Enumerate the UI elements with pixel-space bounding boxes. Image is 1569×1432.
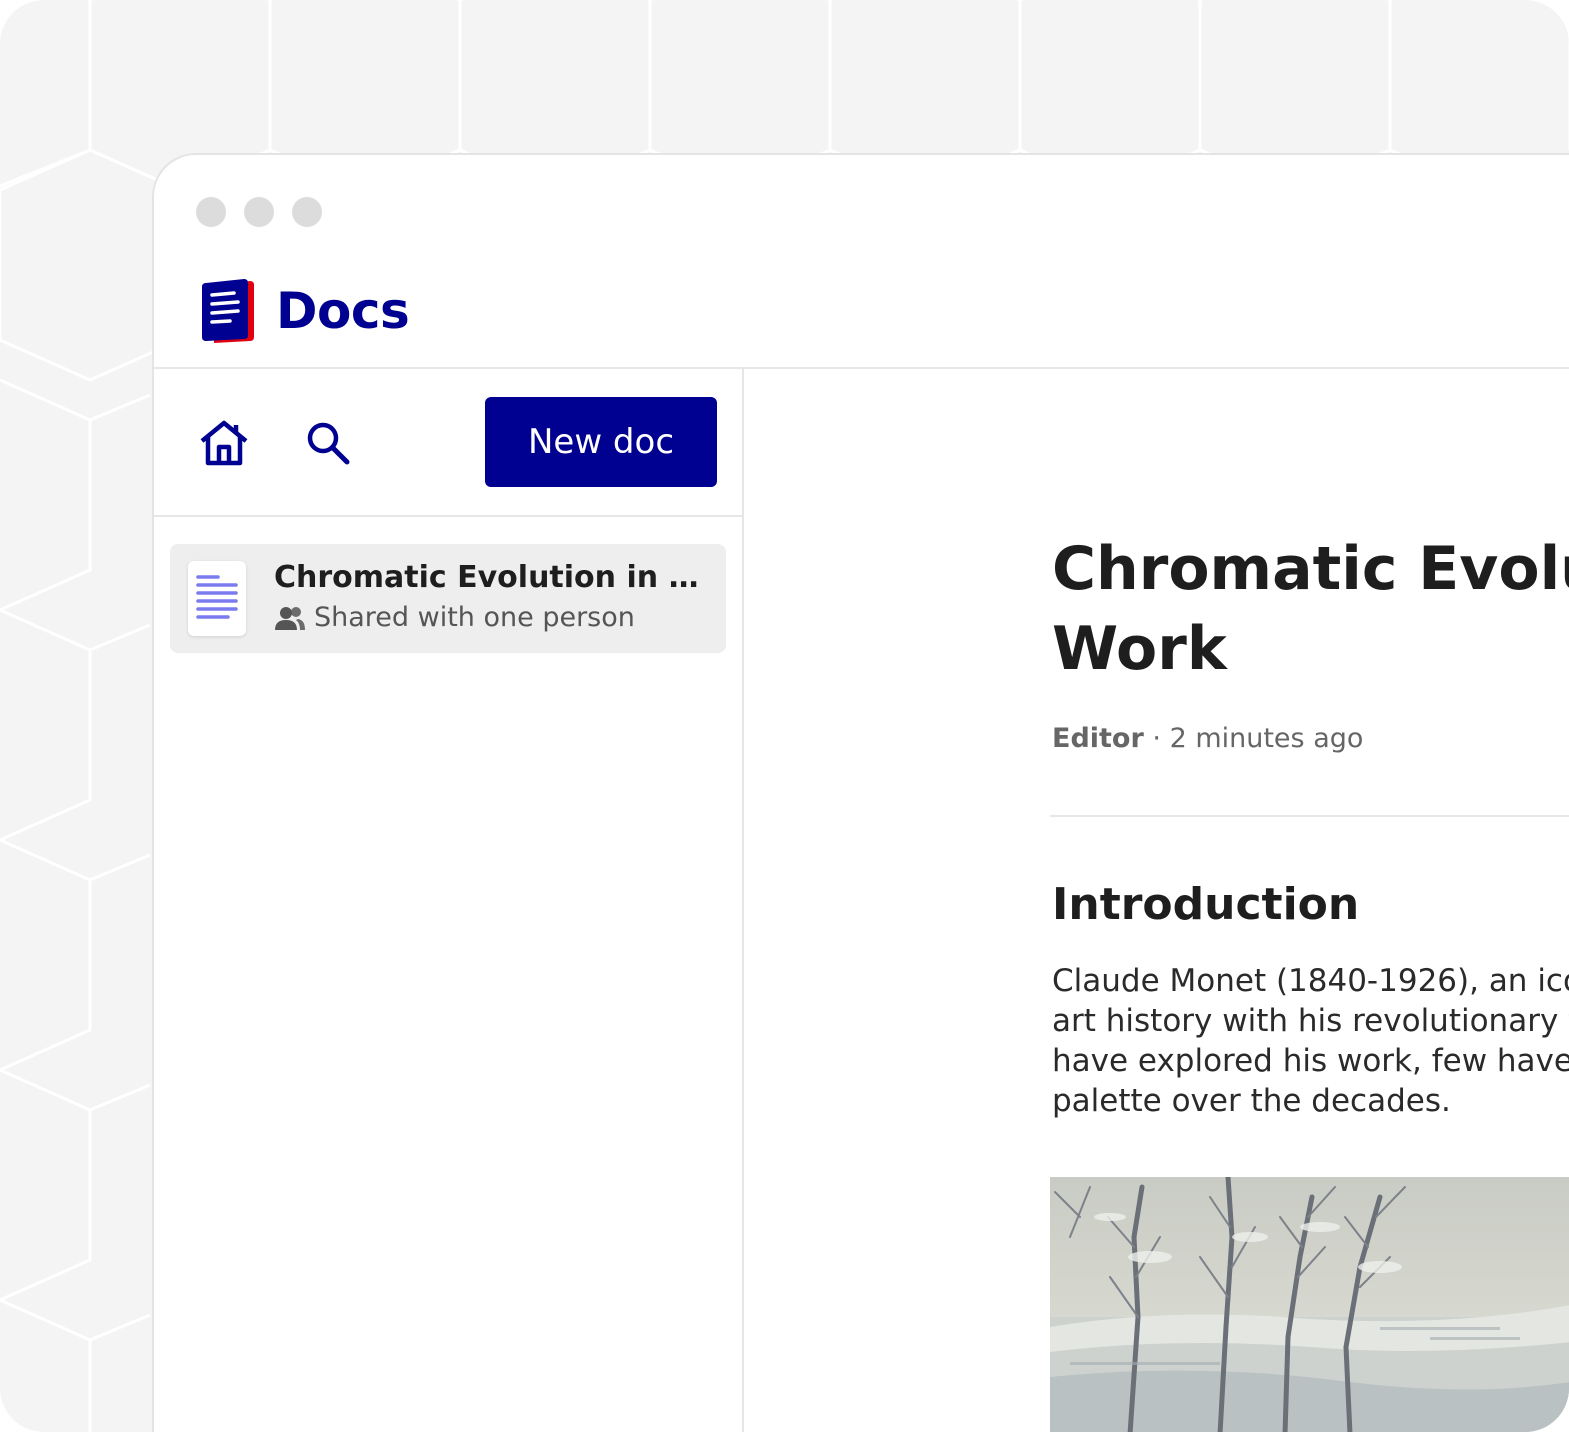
search-button[interactable] — [298, 413, 358, 473]
home-button[interactable] — [194, 413, 254, 473]
home-icon — [200, 420, 248, 466]
sidebar: New doc Chromatic Evolution in Mo… Share… — [154, 369, 744, 1432]
document-editor: Chromatic Evolu Work Editor · 2 minutes … — [744, 369, 1569, 1432]
meta-separator: · — [1143, 723, 1170, 754]
document-icon — [196, 575, 238, 619]
intro-paragraph[interactable]: Claude Monet (1840-1926), an icon art hi… — [1052, 961, 1569, 1121]
window-dot-minimize[interactable] — [244, 197, 274, 227]
section-heading[interactable]: Introduction — [1052, 879, 1359, 930]
document-heading-line-2: Work — [1052, 614, 1227, 684]
page-background: Docs New doc Chromatic Evolution in Mo… … — [0, 0, 1569, 1432]
document-meta: Editor · 2 minutes ago — [1052, 723, 1363, 754]
document-role: Editor — [1052, 723, 1144, 754]
paragraph-line: have explored his work, few have — [1052, 1043, 1569, 1079]
document-list-item[interactable]: Chromatic Evolution in Mo… Shared with o… — [170, 544, 726, 653]
winter-landscape-painting[interactable] — [1050, 1177, 1569, 1432]
paragraph-line: palette over the decades. — [1052, 1083, 1451, 1119]
painting-image — [1050, 1177, 1569, 1432]
window-dot-maximize[interactable] — [292, 197, 322, 227]
document-heading[interactable]: Chromatic Evolu Work — [1052, 529, 1569, 689]
docs-logo-icon — [202, 279, 254, 343]
share-status-text: Shared with one person — [314, 602, 635, 633]
people-icon — [275, 606, 305, 630]
meta-divider — [1050, 815, 1569, 817]
document-updated: 2 minutes ago — [1169, 723, 1364, 754]
document-title: Chromatic Evolution in Mo… — [274, 560, 714, 595]
brand-label: Docs — [276, 282, 410, 340]
paragraph-line: art history with his revolutionary t — [1052, 1003, 1569, 1039]
app-window: Docs New doc Chromatic Evolution in Mo… … — [152, 153, 1569, 1432]
share-status: Shared with one person — [274, 602, 635, 633]
document-heading-line-1: Chromatic Evolu — [1052, 534, 1569, 604]
brand[interactable]: Docs — [200, 277, 410, 345]
window-controls — [196, 197, 322, 227]
paragraph-line: Claude Monet (1840-1926), an icon — [1052, 963, 1569, 999]
new-doc-button[interactable]: New doc — [485, 397, 717, 487]
search-icon — [307, 422, 350, 465]
window-dot-close[interactable] — [196, 197, 226, 227]
toolbar-divider — [154, 515, 742, 517]
document-thumbnail — [188, 561, 246, 636]
